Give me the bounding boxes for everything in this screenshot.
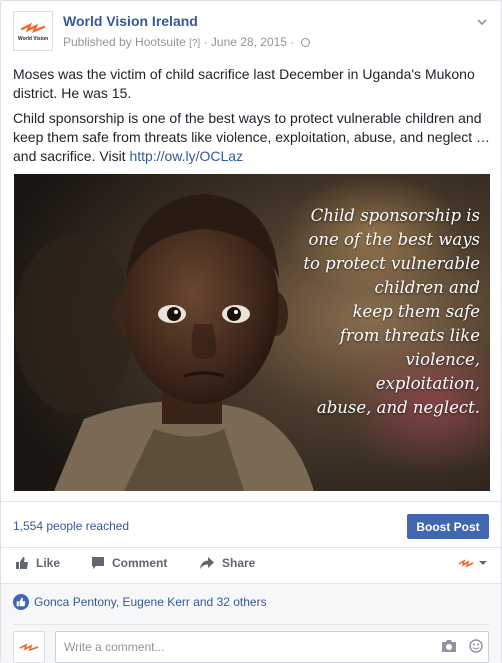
- globe-icon: [300, 38, 310, 47]
- post-card: World Vision World Vision Ireland Publis…: [0, 0, 502, 663]
- divider: [1, 547, 501, 548]
- post-meta: Published by Hootsuite [?] · June 28, 20…: [63, 35, 310, 49]
- comment-button[interactable]: Comment: [91, 556, 167, 570]
- chevron-down-icon: [479, 561, 487, 565]
- camera-icon[interactable]: [441, 639, 457, 653]
- overlay-line: keep them safe: [352, 302, 480, 321]
- logo-text: World Vision: [17, 35, 49, 42]
- overlay-line: from threats like: [339, 326, 480, 345]
- chevron-down-icon[interactable]: [475, 15, 489, 29]
- meta-separator: ·: [290, 35, 295, 49]
- share-label: Share: [222, 556, 256, 570]
- comment-tools: [441, 639, 483, 653]
- help-marker[interactable]: [?]: [189, 38, 200, 49]
- post-date-link[interactable]: June 28, 2015: [211, 35, 287, 49]
- commenter-avatar: [13, 631, 45, 663]
- post-photo[interactable]: Child sponsorship is one of the best way…: [14, 174, 490, 491]
- likes-summary[interactable]: Gonca Pentony, Eugene Kerr and 32 others: [13, 594, 267, 610]
- page-avatar[interactable]: World Vision: [13, 11, 53, 51]
- post-link[interactable]: http://ow.ly/OCLaz: [129, 148, 243, 164]
- overlay-line: to protect vulnerable: [303, 254, 480, 273]
- like-button[interactable]: Like: [15, 556, 60, 570]
- published-by: Published by Hootsuite: [63, 35, 186, 49]
- photo-caption-overlay: Child sponsorship is one of the best way…: [300, 204, 480, 420]
- like-label: Like: [36, 556, 61, 570]
- boost-post-button[interactable]: Boost Post: [407, 514, 489, 539]
- overlay-line: Child sponsorship is: [310, 206, 480, 225]
- comment-icon: [92, 557, 104, 569]
- world-vision-logo-icon: [19, 643, 39, 652]
- comment-input[interactable]: Write a comment...: [55, 631, 489, 663]
- overlay-line: children and: [374, 278, 480, 297]
- post-header: World Vision World Vision Ireland Publis…: [13, 11, 489, 55]
- divider: [1, 501, 501, 502]
- meta-separator: ·: [203, 35, 208, 49]
- post-paragraph-2-text: Child sponsorship is one of the best way…: [13, 110, 491, 164]
- reactions-section: Gonca Pentony, Eugene Kerr and 32 others…: [1, 583, 501, 663]
- action-bar: Like Comment Share: [13, 553, 489, 577]
- emoji-icon[interactable]: [469, 639, 483, 653]
- like-reaction-icon: [13, 594, 29, 610]
- post-text: Moses was the victim of child sacrifice …: [13, 65, 491, 172]
- overlay-line: one of the best ways: [308, 230, 480, 249]
- share-button[interactable]: Share: [199, 556, 255, 570]
- post-paragraph-1: Moses was the victim of child sacrifice …: [13, 66, 475, 101]
- post-paragraph-2: Child sponsorship is one of the best way…: [13, 109, 491, 166]
- world-vision-logo-icon: [20, 21, 46, 35]
- overlay-line: abuse, and neglect.: [316, 398, 480, 417]
- comment-composer: Write a comment...: [13, 624, 489, 663]
- share-icon: [200, 557, 214, 569]
- comment-label: Comment: [112, 556, 168, 570]
- like-icon: [16, 557, 28, 569]
- overlay-line: violence, exploitation,: [375, 350, 480, 393]
- page-name-link[interactable]: World Vision Ireland: [63, 13, 198, 29]
- world-vision-logo-icon: [458, 559, 474, 568]
- likers-text: Gonca Pentony, Eugene Kerr and 32 others: [34, 595, 267, 609]
- post-as-selector[interactable]: [458, 557, 489, 569]
- people-reached-link[interactable]: 1,554 people reached: [13, 519, 129, 533]
